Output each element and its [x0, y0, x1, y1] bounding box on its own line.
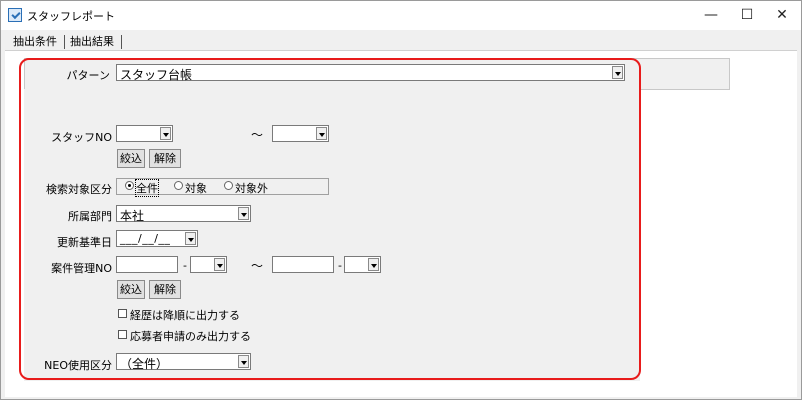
career-desc-checkbox[interactable] [118, 309, 127, 318]
radio-target-label[interactable]: 対象 [185, 180, 207, 196]
neo-usage-label: NEO使用区分 [44, 359, 112, 372]
radio-non-target-label[interactable]: 対象外 [235, 180, 268, 196]
chevron-down-icon [612, 66, 623, 79]
app-icon [8, 8, 22, 22]
staff-no-to-select[interactable] [272, 125, 329, 142]
search-target-radio-group: 全件 対象 対象外 [116, 178, 329, 197]
staff-no-from-select[interactable] [116, 125, 173, 142]
pattern-select[interactable]: スタッフ台帳 [116, 64, 625, 82]
applicant-only-checkbox[interactable] [118, 330, 127, 339]
search-target-label: 検索対象区分 [46, 183, 112, 196]
neo-usage-value: （全件） [120, 357, 169, 371]
chevron-down-icon [160, 127, 171, 140]
case-no-from-branch-select[interactable] [190, 256, 227, 273]
chevron-down-icon [316, 127, 327, 140]
case-no-to-input[interactable] [272, 256, 334, 273]
update-date-label: 更新基準日 [57, 236, 112, 249]
chevron-down-icon [214, 258, 225, 271]
minimize-button[interactable]: — [694, 1, 728, 30]
chevron-down-icon [368, 258, 379, 271]
tab-extract-conditions[interactable]: 抽出条件 [10, 34, 60, 50]
case-no-to-dash: - [338, 259, 342, 272]
radio-all[interactable] [125, 181, 134, 190]
window-title: スタッフレポート [27, 10, 115, 23]
update-date-value: ___/__/__ [120, 232, 171, 245]
tab-divider [64, 35, 65, 49]
chevron-down-icon [238, 207, 249, 220]
case-clear-button[interactable]: 解除 [149, 280, 181, 299]
radio-target[interactable] [174, 181, 183, 190]
close-button[interactable]: ✕ [765, 1, 799, 30]
case-no-from-input[interactable] [116, 256, 178, 273]
tab-divider [121, 35, 122, 49]
tab-extract-results[interactable]: 抽出結果 [67, 34, 117, 50]
radio-non-target[interactable] [224, 181, 233, 190]
staff-clear-button[interactable]: 解除 [149, 149, 181, 168]
case-no-label: 案件管理NO [51, 262, 112, 275]
pattern-label: パターン [66, 69, 110, 82]
case-range-tilde: ～ [251, 259, 264, 273]
title-bar: スタッフレポート — ☐ ✕ [1, 1, 801, 30]
tab-bar: 抽出条件 抽出結果 [1, 30, 801, 51]
department-label: 所属部門 [68, 210, 112, 223]
range-tilde: ～ [251, 128, 264, 142]
staff-filter-button[interactable]: 絞込 [117, 149, 145, 168]
maximize-button[interactable]: ☐ [730, 1, 764, 30]
case-no-to-branch-select[interactable] [344, 256, 381, 273]
radio-all-label[interactable]: 全件 [135, 179, 159, 197]
staff-no-label: スタッフNO [51, 131, 112, 144]
neo-usage-select[interactable]: （全件） [116, 353, 251, 371]
case-filter-button[interactable]: 絞込 [117, 280, 145, 299]
department-select[interactable]: 本社 [116, 205, 251, 223]
department-value: 本社 [120, 209, 145, 223]
chevron-down-icon [185, 232, 196, 245]
chevron-down-icon [238, 355, 249, 368]
case-no-from-dash: - [183, 259, 187, 272]
applicant-only-label[interactable]: 応募者申請のみ出力する [130, 328, 251, 344]
career-desc-label[interactable]: 経歴は降順に出力する [130, 307, 240, 323]
pattern-value: スタッフ台帳 [120, 68, 193, 82]
update-date-picker[interactable]: ___/__/__ [116, 230, 198, 247]
